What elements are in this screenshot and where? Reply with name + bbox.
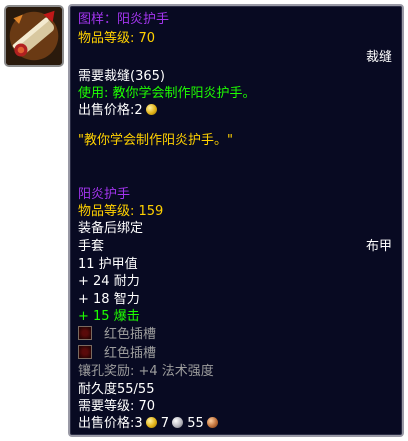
crafted-item-armor-type: 布甲 [365,239,392,254]
red-socket-icon [78,345,92,359]
stat-crit: + 15 爆击 [78,309,140,324]
recipe-profession-type: 裁缝 [365,50,392,65]
recipe-item-level: 物品等级: 70 [78,31,156,46]
sell-silver-amount: 7 [160,416,170,431]
required-level: 需要等级: 70 [78,399,156,414]
crafted-item-armor: 11 护甲值 [78,257,138,272]
crafted-item-slot: 手套 [78,239,105,254]
crafted-item-bind: 装备后绑定 [78,221,144,236]
recipe-use-text: 使用: 教你学会制作阳炎护手。 [78,86,256,101]
recipe-name: 图样：阳炎护手 [78,12,170,27]
crafted-item-name: 阳炎护手 [78,187,131,202]
crafted-item-sell-price: 出售价格:3 7 55 [78,415,394,433]
recipe-sell-price: 出售价格:2 [78,102,394,120]
recipe-sell-price-label: 出售价格:2 [78,103,143,118]
durability: 耐久度55/55 [78,382,155,397]
sell-price-label: 出售价格:3 [78,416,143,431]
gold-coin-icon [145,417,157,428]
tooltip-stage: 图样：阳炎护手 物品等级: 70 裁缝 需要裁缝(365) 使用: 教你学会制作… [0,0,408,441]
pattern-scroll-icon[interactable] [4,5,64,67]
stat-intellect: + 18 智力 [78,292,140,307]
stat-stamina: + 24 耐力 [78,274,140,289]
socket-row-1: 红色插槽 [78,326,394,344]
socket-bonus: 镶孔奖励: +4 法术强度 [78,364,214,379]
crafted-item-level: 物品等级: 159 [78,204,164,219]
silver-coin-icon [172,417,184,428]
recipe-flavor-text: "教你学会制作阳炎护手。" [78,133,233,148]
socket-label: 红色插槽 [104,346,157,361]
red-socket-icon [78,326,92,340]
copper-coin-icon [206,417,218,428]
socket-row-2: 红色插槽 [78,345,394,363]
sell-copper-amount: 55 [187,416,204,431]
socket-label: 红色插槽 [104,327,157,342]
item-tooltip: 图样：阳炎护手 物品等级: 70 裁缝 需要裁缝(365) 使用: 教你学会制作… [68,4,404,437]
gold-coin-icon [145,104,157,115]
recipe-requires: 需要裁缝(365) [78,69,165,84]
